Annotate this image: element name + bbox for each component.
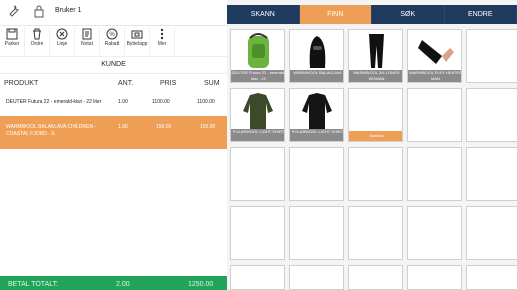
total-label: BETAL TOTALT: xyxy=(8,281,59,288)
user-name: Bruker 1 xyxy=(55,7,82,14)
shirt-black-image xyxy=(302,93,332,129)
product-tile-empty[interactable] xyxy=(348,265,403,290)
x-circle-icon xyxy=(56,28,68,40)
svg-text:%: % xyxy=(109,32,115,38)
product-caption: DEUTER Futura 22 - emerald-kiwi - 22 xyxy=(231,70,285,82)
note-label: Notat xyxy=(81,41,93,47)
tab-bar: SKANN FINN SØK ENDRE xyxy=(227,5,517,24)
product-tile-empty[interactable] xyxy=(348,206,403,260)
note-icon xyxy=(82,28,92,40)
product-tile-empty[interactable] xyxy=(466,147,517,201)
product-tile-empty[interactable] xyxy=(348,147,403,201)
more-button[interactable]: Mer xyxy=(150,25,175,55)
note-button[interactable]: Notat xyxy=(75,25,100,55)
exchange-tag-label: Byttelapp xyxy=(126,41,148,47)
table-row[interactable]: DEUTER Futura 22 - emerald-kiwi - 22 lit… xyxy=(0,96,227,108)
tab-scan[interactable]: SKANN xyxy=(227,5,300,24)
row-price: 1100.00 xyxy=(152,99,170,105)
lock-icon[interactable] xyxy=(32,4,48,20)
more-vertical-icon xyxy=(160,28,164,40)
product-tile[interactable]: POLARWOOL LIGHT SHIRT xyxy=(230,88,285,142)
backpack-image xyxy=(248,33,269,68)
balaclava-image xyxy=(309,36,326,68)
order-button[interactable]: Ordre xyxy=(25,25,50,55)
wrist-warmer-image xyxy=(418,40,454,64)
toolbar: Parker Ordre Linje Notat % Rabatt Byttel… xyxy=(0,25,227,55)
product-caption: Solution xyxy=(349,131,402,141)
product-panel: SKANN FINN SØK ENDRE DEUTER Futura 22 - … xyxy=(227,0,517,290)
row-price: 150.00 xyxy=(156,124,172,130)
percent-icon: % xyxy=(106,28,118,40)
trash-icon xyxy=(33,28,41,40)
product-caption: WARMWOOL BALAKLAVA xyxy=(290,70,343,82)
product-tile[interactable]: POLARWOOL LIGHT SHIRT xyxy=(289,88,344,142)
total-qty: 2.00 xyxy=(116,281,130,288)
product-tile[interactable]: WARMWOOL BALAKLAVA xyxy=(289,29,344,83)
product-caption: POLARWOOL LIGHT SHIRT xyxy=(231,129,284,141)
row-sum: 150.00 xyxy=(200,124,216,130)
wrench-icon[interactable] xyxy=(6,4,22,20)
table-row-selected[interactable]: WARMWOOL BALAKLAVA CHILDREN - COASTAL FJ… xyxy=(0,116,227,149)
total-bar[interactable]: BETAL TOTALT: 2.00 1250.00 xyxy=(0,276,227,290)
product-tile-empty[interactable] xyxy=(230,147,285,201)
product-tile-empty[interactable] xyxy=(407,147,462,201)
product-tile[interactable]: DEUTER Futura 22 - emerald-kiwi - 22 xyxy=(230,29,285,83)
product-tile[interactable]: WARMWOOL 3/4 LONGS WOMAN xyxy=(348,29,403,83)
tab-edit[interactable]: ENDRE xyxy=(444,5,517,24)
shirt-green-image xyxy=(243,93,273,129)
product-tile-empty[interactable] xyxy=(466,88,517,142)
product-tile-empty[interactable] xyxy=(407,88,462,142)
col-qty: ANT. xyxy=(118,80,134,87)
row-sum: 1100.00 xyxy=(197,99,215,105)
line-button[interactable]: Linje xyxy=(50,25,75,55)
product-caption: WARMWOOL FLEX HEATER MAN xyxy=(408,70,462,82)
discount-label: Rabatt xyxy=(104,41,120,47)
row-qty: 1.00 xyxy=(118,124,128,130)
tag-icon xyxy=(131,30,143,39)
product-tile-empty[interactable] xyxy=(466,29,517,83)
product-caption: POLARWOOL LIGHT SHIRT xyxy=(290,129,343,141)
row-product: DEUTER Futura 22 - emerald-kiwi - 22 lit… xyxy=(6,99,102,105)
product-tile-empty[interactable] xyxy=(289,147,344,201)
row-qty: 1.00 xyxy=(118,99,128,105)
park-button[interactable]: Parker xyxy=(0,25,25,55)
col-product: PRODUKT xyxy=(4,80,39,87)
product-tile-empty[interactable] xyxy=(230,206,285,260)
product-tile-empty[interactable] xyxy=(289,265,344,290)
save-icon xyxy=(6,28,18,40)
product-tile-empty[interactable] xyxy=(407,265,462,290)
order-label: Ordre xyxy=(30,41,44,47)
product-tile-empty[interactable] xyxy=(466,265,517,290)
product-tile-empty[interactable] xyxy=(289,206,344,260)
discount-button[interactable]: % Rabatt xyxy=(100,25,125,55)
product-caption: WARMWOOL 3/4 LONGS WOMAN xyxy=(349,70,402,82)
cart-panel: Bruker 1 Parker Ordre Linje Notat % Raba… xyxy=(0,0,227,290)
tab-find[interactable]: FINN xyxy=(299,5,372,24)
col-sum: SUM xyxy=(204,80,220,87)
col-price: PRIS xyxy=(160,80,177,87)
product-tile[interactable]: WARMWOOL FLEX HEATER MAN xyxy=(407,29,462,83)
product-tile-empty[interactable] xyxy=(230,265,285,290)
line-label: Linje xyxy=(56,41,68,47)
exchange-tag-button[interactable]: Byttelapp xyxy=(125,25,150,55)
product-tile-empty[interactable] xyxy=(466,206,517,260)
leggings-image xyxy=(369,34,384,68)
user-bar: Bruker 1 xyxy=(0,0,227,26)
tab-search[interactable]: SØK xyxy=(372,5,445,24)
product-tile-empty[interactable] xyxy=(407,206,462,260)
table-header: PRODUKT ANT. PRIS SUM xyxy=(0,78,227,90)
total-sum: 1250.00 xyxy=(188,281,214,288)
row-product: WARMWOOL BALAKLAVA CHILDREN - COASTAL FJ… xyxy=(6,124,97,137)
park-label: Parker xyxy=(4,41,20,47)
more-label: Mer xyxy=(157,41,167,47)
customer-field[interactable]: KUNDE xyxy=(0,56,227,74)
product-tile[interactable]: Solution xyxy=(348,88,403,142)
